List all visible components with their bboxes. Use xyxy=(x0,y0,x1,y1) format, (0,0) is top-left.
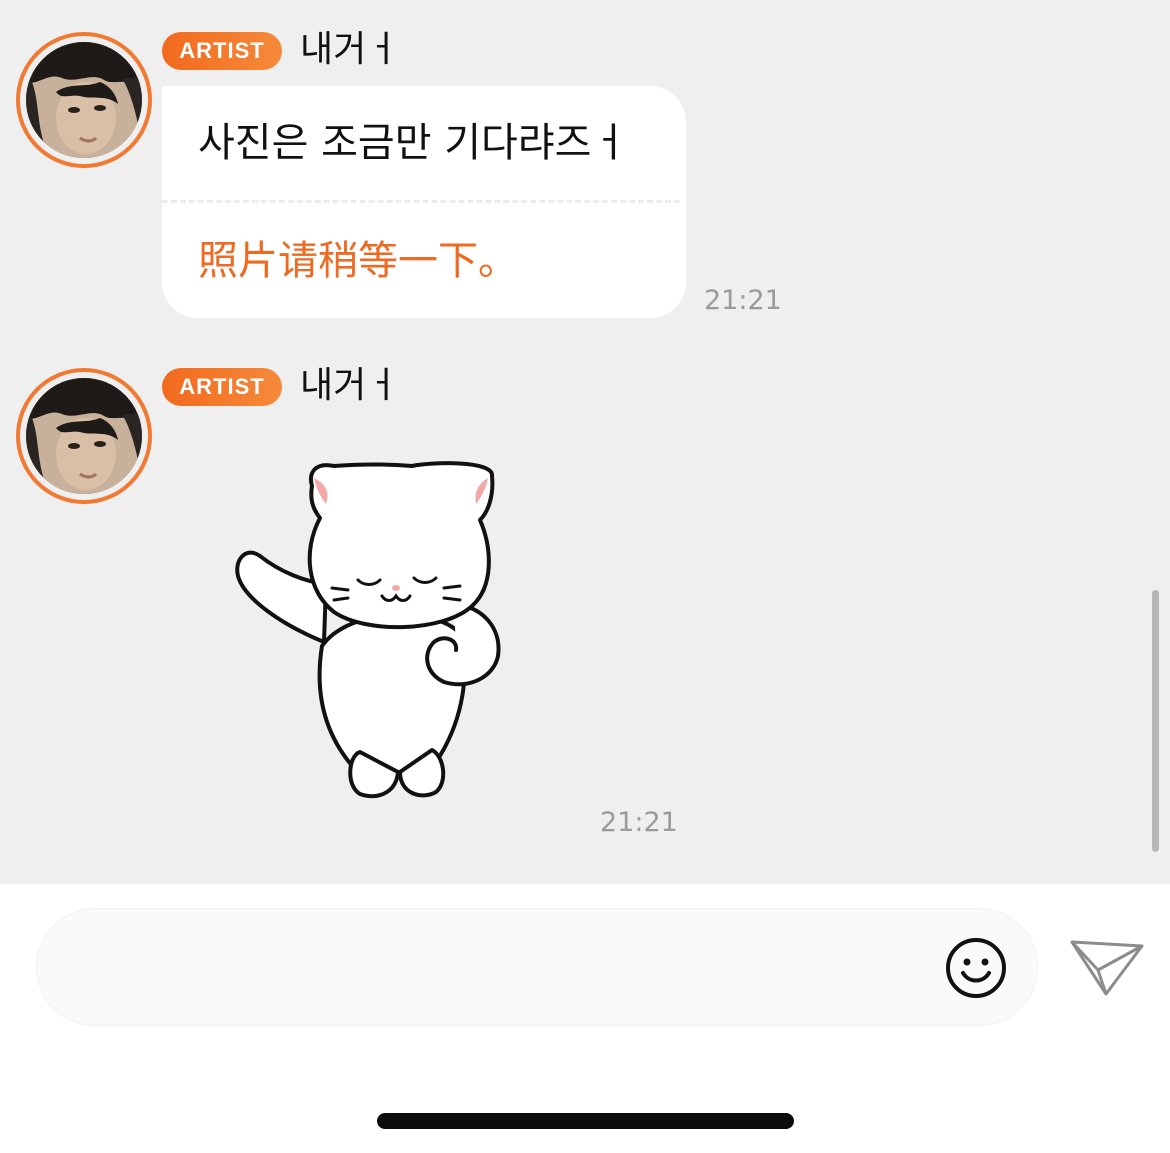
paper-plane-icon xyxy=(1070,940,1144,996)
send-button[interactable] xyxy=(1066,934,1146,1000)
translation-divider xyxy=(162,200,680,203)
white-cat-waving-sticker-icon xyxy=(235,461,501,799)
message-bubble[interactable]: 사진은 조금만 기다랴즈ㅓ 照片请稍等一下。 xyxy=(162,86,686,318)
message-translated-text: 照片请稍等一下。 xyxy=(198,238,518,284)
avatar-photo xyxy=(26,378,142,494)
avatar-photo xyxy=(26,42,142,158)
chat-area: ARTIST 내거ㅓ 사진은 조금만 기다랴즈ㅓ 照片请稍等一下。 21:21 … xyxy=(0,0,1170,884)
artist-avatar[interactable] xyxy=(16,32,152,168)
artist-badge: ARTIST xyxy=(162,32,282,70)
sender-name: 내거ㅓ xyxy=(300,29,400,70)
message-input[interactable] xyxy=(77,939,917,995)
smiley-face-icon xyxy=(946,938,1006,998)
message-timestamp: 21:21 xyxy=(704,285,782,316)
sticker-message[interactable] xyxy=(230,456,510,806)
message-original-text: 사진은 조금만 기다랴즈ㅓ xyxy=(198,120,629,166)
chat-scrollbar[interactable] xyxy=(1152,590,1159,852)
message-composer xyxy=(36,908,1038,1026)
message-timestamp: 21:21 xyxy=(600,807,678,838)
home-indicator xyxy=(377,1113,794,1129)
avatar-face-icon xyxy=(26,378,142,494)
sender-name: 내거ㅓ xyxy=(300,365,400,406)
artist-avatar[interactable] xyxy=(16,368,152,504)
avatar-face-icon xyxy=(26,42,142,158)
artist-badge: ARTIST xyxy=(162,368,282,406)
emoji-button[interactable] xyxy=(943,935,1009,1001)
